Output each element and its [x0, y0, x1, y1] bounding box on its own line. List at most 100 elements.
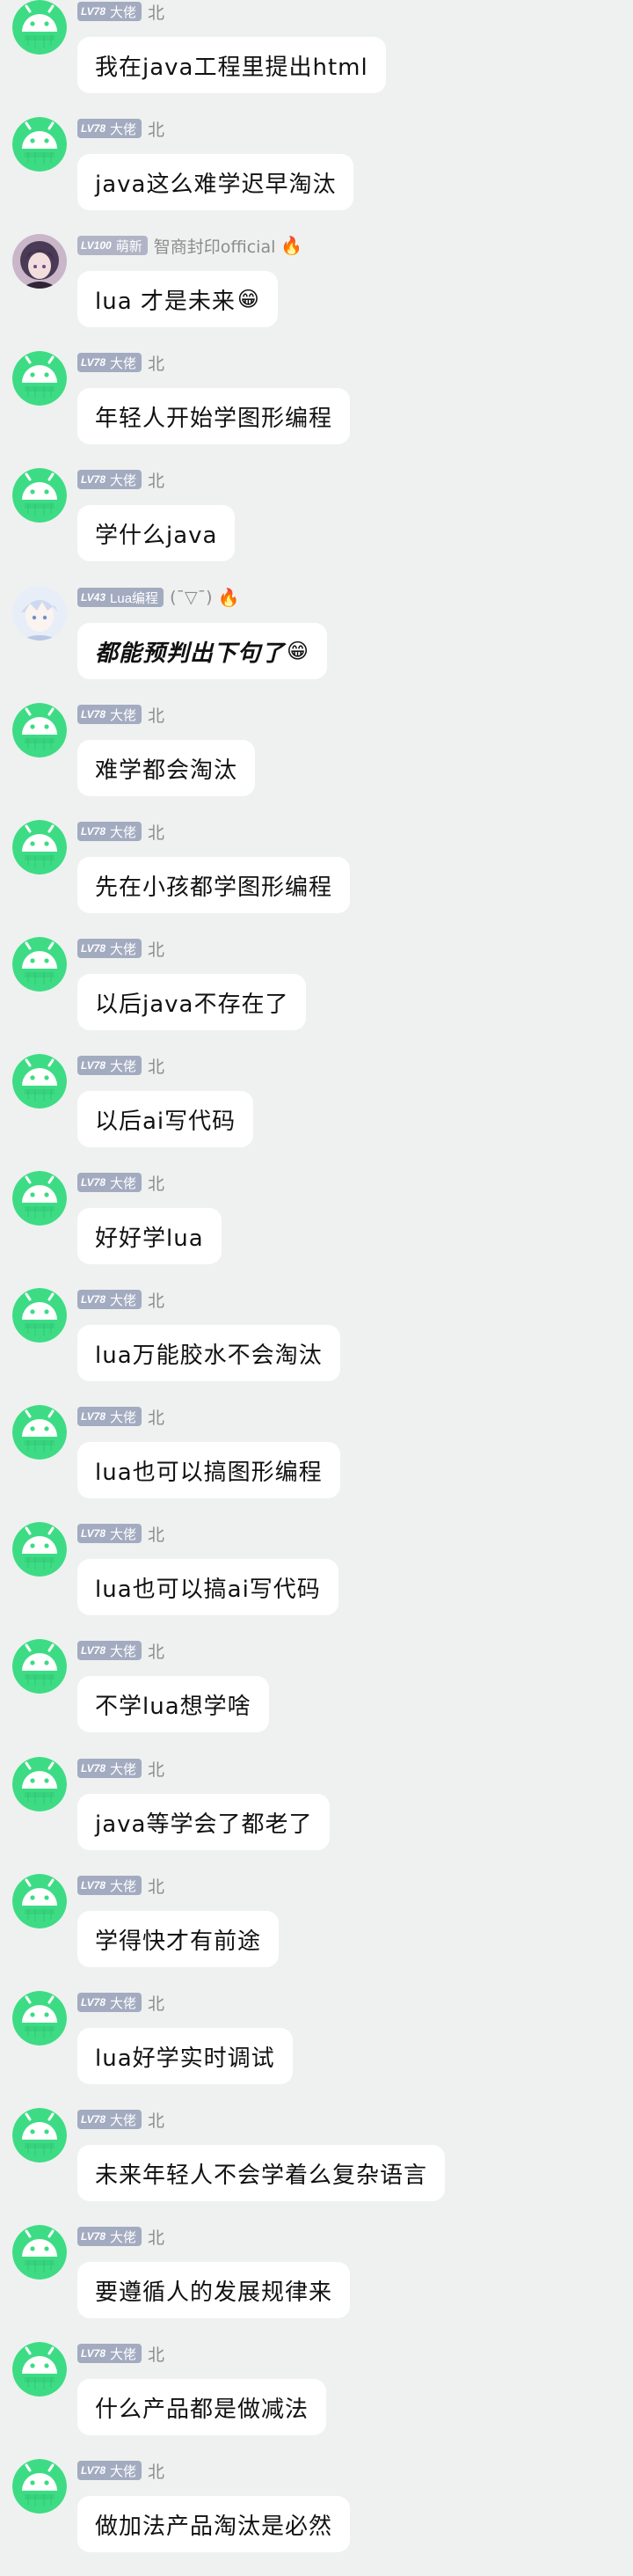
level-badge: LV78 大佬 — [77, 1290, 142, 1309]
chat-message-list[interactable]: LV78 大佬北我在java工程里提出html LV78 大佬北 java这么难学迟早淘… — [0, 0, 633, 2562]
level-badge: LV43 Lua编程 — [77, 588, 164, 607]
android-avatar[interactable] — [12, 468, 67, 523]
level-badge: LV78 大佬 — [77, 1759, 142, 1778]
sender-name[interactable]: 北 — [148, 0, 164, 24]
message-text: lua 才是未来 — [95, 288, 236, 315]
flame-icon: 🔥 — [217, 587, 240, 608]
message-bubble[interactable]: 不学lua想学啥 — [77, 1676, 269, 1732]
sender-name[interactable]: 北 — [148, 937, 164, 961]
anime-girl-avatar[interactable] — [12, 234, 67, 289]
message-bubble[interactable]: 学得快才有前途 — [77, 1911, 280, 1967]
android-avatar[interactable] — [12, 1639, 67, 1694]
message-bubble[interactable]: 以后java不存在了 — [77, 974, 307, 1030]
member-title: 大佬 — [110, 1761, 137, 1777]
android-avatar[interactable] — [12, 351, 67, 406]
sender-name[interactable]: 北 — [148, 703, 164, 727]
level-text: LV78 — [81, 2464, 106, 2477]
message-bubble[interactable]: 我在java工程里提出html — [77, 37, 386, 93]
sender-name[interactable]: 北 — [148, 820, 164, 844]
sender-name[interactable]: 北 — [148, 351, 164, 375]
message-bubble[interactable]: lua好学实时调试 — [77, 2028, 293, 2084]
level-badge: LV78 大佬 — [77, 1524, 142, 1543]
android-avatar[interactable] — [12, 703, 67, 757]
message-text: 都能预判出下句了 — [95, 640, 286, 667]
android-avatar[interactable] — [12, 1757, 67, 1811]
sender-name[interactable]: 北 — [148, 1171, 164, 1195]
message-text: 学得快才有前途 — [95, 1928, 262, 1955]
level-text: LV78 — [81, 473, 106, 486]
level-text: LV78 — [81, 1996, 106, 2009]
message-bubble[interactable]: 什么产品都是做减法 — [77, 2379, 327, 2435]
sender-name[interactable]: 北 — [148, 2342, 164, 2366]
sender-name[interactable]: 北 — [148, 1405, 164, 1429]
sender-name[interactable]: 北 — [148, 1874, 164, 1898]
android-avatar[interactable] — [12, 1054, 67, 1109]
sender-name[interactable]: 北 — [148, 117, 164, 141]
sender-name[interactable]: 北 — [148, 2225, 164, 2249]
grin-emoji-icon: 😁 — [236, 287, 260, 311]
sender-meta: LV78 大佬北 — [77, 1405, 164, 1428]
sender-name[interactable]: 北 — [148, 1991, 164, 2015]
sender-name[interactable]: 北 — [148, 1639, 164, 1663]
message-text: lua也可以搞ai写代码 — [95, 1576, 321, 1603]
level-text: LV78 — [81, 2113, 106, 2126]
sender-name[interactable]: 北 — [148, 1288, 164, 1312]
message-row: LV78 大佬北学得快才有前途 — [0, 1874, 633, 1991]
sender-name[interactable]: (¯▽¯) — [170, 588, 212, 607]
message-row: LV78 大佬北年轻人开始学图形编程 — [0, 351, 633, 468]
sender-name[interactable]: 北 — [148, 1522, 164, 1546]
level-text: LV78 — [81, 825, 106, 838]
message-bubble[interactable]: 都能预判出下句了 😁 — [77, 623, 328, 679]
level-text: LV43 — [81, 591, 106, 604]
level-text: LV78 — [81, 1176, 106, 1189]
message-bubble[interactable]: 好好学lua — [77, 1208, 222, 1264]
anime-boy-avatar[interactable] — [12, 586, 67, 640]
android-avatar[interactable] — [12, 937, 67, 992]
android-avatar[interactable] — [12, 820, 67, 875]
level-badge: LV100 萌新 — [77, 236, 148, 255]
message-bubble[interactable]: java等学会了都老了 — [77, 1794, 331, 1850]
message-bubble[interactable]: 学什么java — [77, 505, 236, 561]
message-bubble[interactable]: 年轻人开始学图形编程 — [77, 388, 351, 444]
message-row: LV78 大佬北 lua也可以搞图形编程 — [0, 1405, 633, 1522]
message-bubble[interactable]: lua也可以搞ai写代码 — [77, 1559, 338, 1615]
android-avatar[interactable] — [12, 2108, 67, 2163]
sender-name[interactable]: 北 — [148, 2108, 164, 2132]
message-bubble[interactable]: 未来年轻人不会学着么复杂语言 — [77, 2145, 446, 2201]
android-avatar[interactable] — [12, 1405, 67, 1460]
android-avatar[interactable] — [12, 2225, 67, 2280]
sender-meta: LV78 大佬北 — [77, 2342, 164, 2365]
message-bubble[interactable]: lua 才是未来 😁 — [77, 271, 278, 327]
android-avatar[interactable] — [12, 117, 67, 172]
level-badge: LV78 大佬 — [77, 119, 142, 138]
message-bubble[interactable]: 做加法产品淘汰是必然 — [77, 2496, 351, 2552]
sender-name[interactable]: 北 — [148, 1757, 164, 1781]
sender-meta: LV78 大佬北 — [77, 2459, 164, 2482]
message-bubble[interactable]: lua万能胶水不会淘汰 — [77, 1325, 340, 1381]
android-avatar[interactable] — [12, 0, 67, 55]
android-avatar[interactable] — [12, 1874, 67, 1928]
level-badge: LV78 大佬 — [77, 353, 142, 372]
android-avatar[interactable] — [12, 2342, 67, 2397]
message-row: LV78 大佬北以后ai写代码 — [0, 1054, 633, 1171]
android-avatar[interactable] — [12, 1991, 67, 2045]
android-avatar[interactable] — [12, 2459, 67, 2514]
message-bubble[interactable]: java这么难学迟早淘汰 — [77, 154, 354, 210]
sender-name[interactable]: 北 — [148, 468, 164, 492]
level-badge: LV78 大佬 — [77, 705, 142, 724]
message-bubble[interactable]: 以后ai写代码 — [77, 1091, 254, 1147]
level-badge: LV78 大佬 — [77, 1993, 142, 2012]
message-bubble[interactable]: lua也可以搞图形编程 — [77, 1442, 340, 1498]
sender-name[interactable]: 北 — [148, 2459, 164, 2483]
message-row: LV78 大佬北 java等学会了都老了 — [0, 1757, 633, 1874]
android-avatar[interactable] — [12, 1288, 67, 1343]
message-bubble[interactable]: 难学都会淘汰 — [77, 740, 256, 796]
sender-meta: LV78 大佬北 — [77, 1288, 164, 1311]
message-bubble[interactable]: 先在小孩都学图形编程 — [77, 857, 351, 913]
sender-name[interactable]: 北 — [148, 1054, 164, 1078]
android-avatar[interactable] — [12, 1522, 67, 1577]
sender-meta: LV100 萌新 智商封印official 🔥 — [77, 234, 302, 257]
message-bubble[interactable]: 要遵循人的发展规律来 — [77, 2262, 351, 2318]
sender-name[interactable]: 智商封印official — [154, 234, 276, 258]
android-avatar[interactable] — [12, 1171, 67, 1226]
